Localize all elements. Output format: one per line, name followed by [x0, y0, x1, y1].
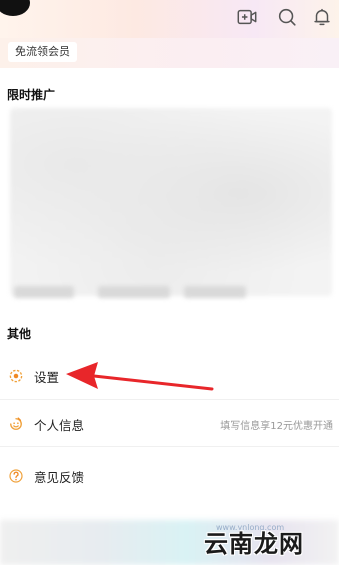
- promo-item-labels: [14, 286, 334, 304]
- divider: [0, 446, 339, 447]
- personal-info-label: 个人信息: [34, 418, 85, 433]
- feedback-row[interactable]: 意见反馈: [0, 456, 339, 496]
- free-data-vip-button[interactable]: 免流领会员: [8, 42, 77, 62]
- personal-info-hint: 填写信息享12元优惠开通: [220, 421, 333, 432]
- feedback-label: 意见反馈: [34, 470, 85, 485]
- gear-icon: [9, 369, 23, 383]
- promo-section-title: 限时推广: [7, 88, 56, 102]
- other-section-title: 其他: [7, 327, 32, 341]
- divider: [0, 399, 339, 400]
- question-icon: [9, 469, 23, 483]
- top-bar: [0, 0, 339, 38]
- watermark-logo: 云南龙网: [204, 529, 304, 558]
- smile-icon: [10, 417, 22, 430]
- avatar[interactable]: [0, 0, 30, 16]
- video-add-icon[interactable]: [236, 6, 258, 28]
- red-arrow-annotation: [66, 362, 214, 391]
- bell-icon[interactable]: [311, 6, 333, 28]
- personal-info-row[interactable]: 个人信息 填写信息享12元优惠开通: [0, 404, 339, 444]
- vip-strip: 免流领会员: [0, 38, 339, 68]
- settings-label: 设置: [34, 370, 60, 385]
- search-icon[interactable]: [276, 6, 298, 28]
- promo-banner[interactable]: [10, 108, 332, 296]
